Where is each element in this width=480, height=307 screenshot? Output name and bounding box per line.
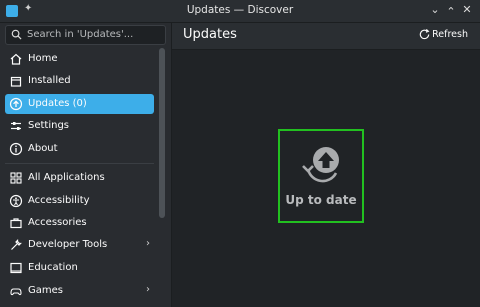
installed-icon [10,76,22,87]
briefcase-icon [10,218,22,229]
window-titlebar: ✦ Updates — Discover ⌄ ⌃ ✕ [0,0,480,23]
update-icon [9,97,23,111]
games-icon [10,288,22,296]
sidebar-item-label: Games [28,285,63,296]
chevron-right-icon: › [146,284,150,295]
sidebar-item-accessories[interactable]: Accessories [5,213,154,233]
search-input[interactable]: Search in 'Updates'... [5,25,166,45]
minimize-chevron-icon[interactable]: ⌄ [427,2,443,18]
sidebar-item-label: Accessibility [28,195,90,206]
up-to-date-label: Up to date [285,193,357,207]
sidebar-item-label: Updates (0) [28,98,87,109]
sidebar-item-label: Accessories [28,217,87,228]
sidebar-item-label: Settings [28,120,70,131]
sidebar-item-installed[interactable]: Installed [5,71,154,91]
sidebar-item-label: All Applications [28,172,105,183]
close-icon[interactable]: ✕ [459,2,475,18]
sidebar-item-label: About [28,143,58,154]
sidebar-item-about[interactable]: About [5,139,154,159]
education-icon [10,262,22,274]
sidebar-item-updates[interactable]: Updates (0) [5,94,154,114]
sidebar-item-all-applications[interactable]: All Applications [5,168,154,188]
grid-icon [10,172,22,184]
sidebar-item-label: Education [28,262,78,273]
home-icon [10,53,22,65]
accessibility-icon [9,194,23,208]
page-title: Updates [183,27,237,42]
search-icon [11,29,22,40]
window-title: Updates — Discover [186,4,294,16]
page-header: Updates Refresh [172,23,480,50]
sidebar-item-accessibility[interactable]: Accessibility [5,191,154,211]
settings-icon [11,122,21,130]
sidebar-item-label: Home [28,53,58,64]
sidebar-divider [5,163,154,164]
chevron-right-icon: › [146,238,150,249]
sidebar: Search in 'Updates'... Home Installed Up… [0,23,172,307]
search-placeholder: Search in 'Updates'... [27,29,134,40]
sidebar-item-settings[interactable]: Settings [5,116,154,136]
up-to-date-placeholder: Up to date [278,129,364,223]
sidebar-item-education[interactable]: Education [5,258,154,278]
tools-icon [11,239,22,250]
sidebar-item-label: Developer Tools [28,239,108,250]
sidebar-item-games[interactable]: Games › [5,281,154,301]
sidebar-item-developer-tools[interactable]: Developer Tools › [5,235,154,255]
info-icon [9,142,23,156]
refresh-label: Refresh [432,29,468,40]
sidebar-item-label: Installed [28,75,71,86]
sidebar-scrollbar[interactable] [159,48,165,218]
update-status-icon [302,147,339,183]
maximize-chevron-icon[interactable]: ⌃ [443,4,459,20]
sidebar-item-home[interactable]: Home [5,49,154,69]
refresh-icon [419,28,430,40]
